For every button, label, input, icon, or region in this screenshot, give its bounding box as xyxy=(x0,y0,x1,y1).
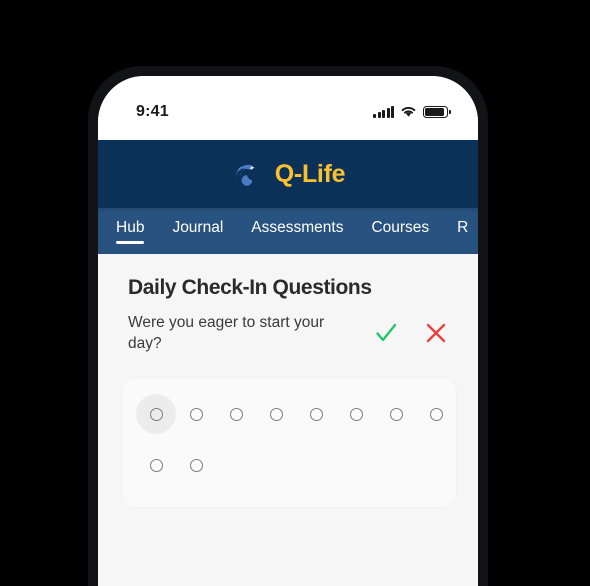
rating-option-9[interactable] xyxy=(136,445,176,485)
rating-option-5[interactable] xyxy=(296,394,336,434)
rating-option-3[interactable] xyxy=(216,394,256,434)
tab-courses[interactable]: Courses xyxy=(371,219,429,244)
radio-icon xyxy=(429,407,443,421)
q-life-wave-logo-icon xyxy=(235,160,263,188)
radio-icon xyxy=(269,407,283,421)
phone-screen: 9:41 Q-Life Hub Journal Assessments Cour… xyxy=(98,76,478,586)
brand-name: Q-Life xyxy=(274,159,346,188)
rating-option-2[interactable] xyxy=(176,394,216,434)
main-content: Daily Check-In Questions Were you eager … xyxy=(98,254,478,586)
answer-icons xyxy=(374,321,452,345)
radio-icon xyxy=(149,458,163,472)
rating-option-10[interactable] xyxy=(176,445,216,485)
question-text: Were you eager to start your day? xyxy=(128,314,325,352)
tab-hub[interactable]: Hub xyxy=(116,219,145,244)
radio-icon xyxy=(189,407,203,421)
status-bar-icons xyxy=(373,104,451,118)
signal-bars-icon xyxy=(373,106,394,118)
page-title: Daily Check-In Questions xyxy=(128,276,372,299)
rating-scale-card xyxy=(122,378,456,507)
battery-icon xyxy=(423,106,451,118)
status-bar: 9:41 xyxy=(98,76,478,140)
check-in-question-row: Were you eager to start your day? xyxy=(128,312,452,354)
rating-scale-row-1 xyxy=(122,394,456,434)
rating-option-4[interactable] xyxy=(256,394,296,434)
tab-overflow-partial[interactable]: R xyxy=(457,219,468,244)
nav-tab-bar[interactable]: Hub Journal Assessments Courses R xyxy=(98,208,478,254)
status-bar-time: 9:41 xyxy=(136,103,169,120)
radio-icon xyxy=(309,407,323,421)
tab-assessments[interactable]: Assessments xyxy=(251,219,343,244)
wifi-icon xyxy=(401,106,416,117)
rating-scale-row-2 xyxy=(122,445,456,485)
radio-icon xyxy=(149,407,163,421)
radio-icon xyxy=(389,407,403,421)
radio-icon xyxy=(349,407,363,421)
rating-option-7[interactable] xyxy=(376,394,416,434)
radio-icon xyxy=(189,458,203,472)
app-header: Q-Life xyxy=(98,140,478,208)
rating-option-6[interactable] xyxy=(336,394,376,434)
rating-option-8[interactable] xyxy=(416,394,456,434)
check-mark-icon[interactable] xyxy=(374,321,398,345)
tab-journal[interactable]: Journal xyxy=(172,219,223,244)
radio-icon xyxy=(229,407,243,421)
cross-mark-icon[interactable] xyxy=(424,321,448,345)
rating-option-1[interactable] xyxy=(136,394,176,434)
